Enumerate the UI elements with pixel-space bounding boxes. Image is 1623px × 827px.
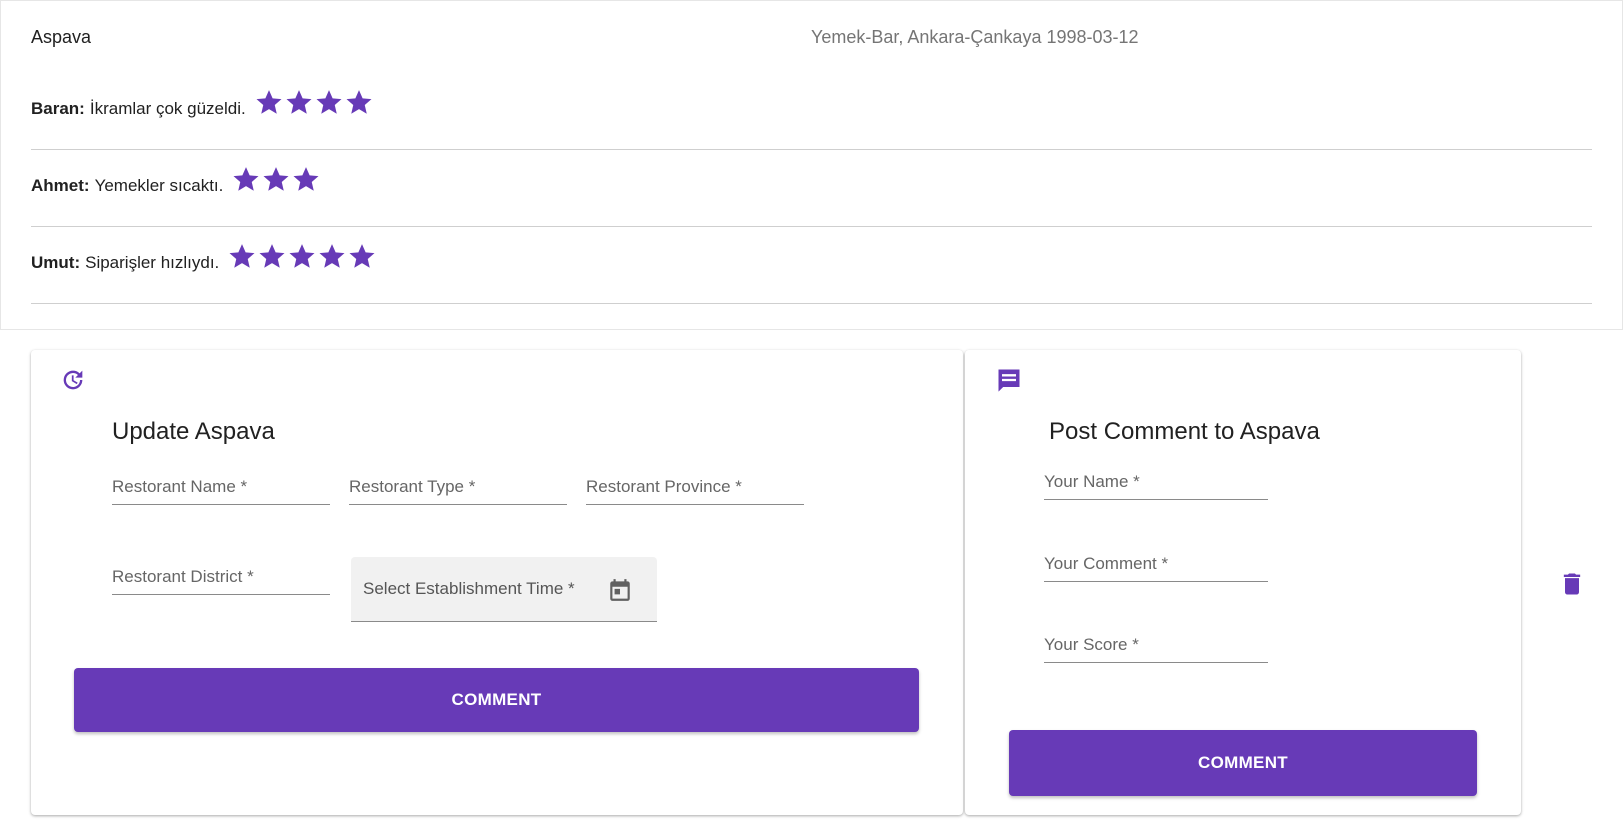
restaurant-name: Aspava (31, 27, 92, 47)
your-score-field[interactable] (1044, 627, 1268, 663)
restaurant-province-field[interactable] (586, 469, 804, 505)
star-icon (344, 87, 374, 117)
calendar-icon[interactable] (607, 577, 633, 603)
comment-text: İkramlar çok güzeldi. (89, 99, 246, 118)
comment-item: Umut: Siparişler hızlıydı. (31, 227, 1592, 304)
star-icon (227, 241, 257, 271)
comment-list: Baran: İkramlar çok güzeldi. Ahmet: Yeme… (31, 73, 1592, 304)
restaurant-province-input[interactable] (586, 469, 804, 504)
comment-text: Yemekler sıcaktı. (94, 176, 224, 195)
comment-user: Baran: (31, 99, 85, 118)
comment-text: Siparişler hızlıydı. (85, 253, 220, 272)
your-name-input[interactable] (1044, 464, 1268, 499)
restaurant-detail-panel: Aspava Yemek-Bar, Ankara-Çankaya 1998-03… (0, 0, 1623, 330)
star-icon (261, 164, 291, 194)
star-icon (317, 241, 347, 271)
comment-item: Baran: İkramlar çok güzeldi. (31, 73, 1592, 150)
star-rating (231, 164, 321, 194)
comment-user: Umut: (31, 253, 81, 272)
star-icon (254, 87, 284, 117)
restaurant-type-field[interactable] (349, 469, 567, 505)
restaurant-district-input[interactable] (112, 559, 330, 594)
trash-icon[interactable] (1558, 570, 1586, 598)
restaurant-district-field[interactable] (112, 559, 330, 595)
your-comment-input[interactable] (1044, 546, 1268, 581)
your-name-field[interactable] (1044, 464, 1268, 500)
comment-icon (995, 366, 1023, 394)
your-comment-field[interactable] (1044, 546, 1268, 582)
restaurant-type-input[interactable] (349, 469, 567, 504)
establishment-date-picker[interactable]: Select Establishment Time * (351, 557, 657, 622)
post-comment-card: Post Comment to Aspava COMMENT (965, 350, 1521, 815)
star-icon (231, 164, 261, 194)
star-icon (291, 164, 321, 194)
star-icon (314, 87, 344, 117)
restaurant-meta: Yemek-Bar, Ankara-Çankaya 1998-03-12 (811, 27, 1139, 47)
update-submit-button[interactable]: COMMENT (74, 668, 919, 732)
comment-form-title: Post Comment to Aspava (1049, 418, 1320, 445)
update-restaurant-card: Update Aspava Select Establishment Time … (31, 350, 963, 815)
comment-user: Ahmet: (31, 176, 90, 195)
post-comment-submit-button[interactable]: COMMENT (1009, 730, 1477, 796)
comment-item: Ahmet: Yemekler sıcaktı. (31, 150, 1592, 227)
star-icon (284, 87, 314, 117)
restaurant-name-field[interactable] (112, 469, 330, 505)
star-rating (227, 241, 377, 271)
update-form-title: Update Aspava (112, 418, 275, 445)
your-score-input[interactable] (1044, 627, 1268, 662)
star-icon (287, 241, 317, 271)
restaurant-name-input[interactable] (112, 469, 330, 504)
date-picker-label: Select Establishment Time * (363, 579, 575, 598)
star-icon (347, 241, 377, 271)
star-icon (257, 241, 287, 271)
update-icon (59, 366, 87, 394)
star-rating (254, 87, 374, 117)
